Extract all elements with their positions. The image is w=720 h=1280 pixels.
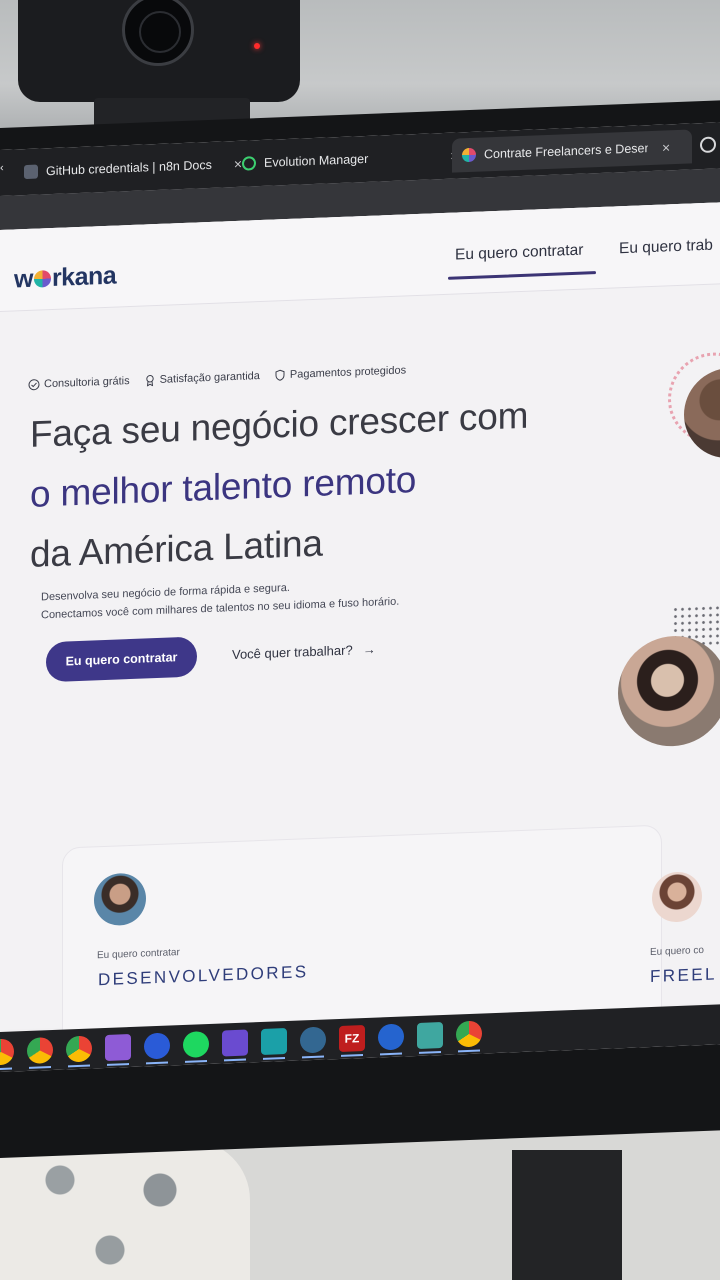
hire-button[interactable]: Eu quero contratar bbox=[46, 636, 197, 683]
tab-evolution-manager[interactable]: Evolution Manager × bbox=[232, 138, 468, 181]
ribbon-icon bbox=[145, 375, 154, 387]
badge-label: Consultoria grátis bbox=[44, 375, 130, 391]
avatar bbox=[652, 871, 702, 923]
card-kicker: Eu quero co bbox=[650, 944, 704, 959]
spotify-icon[interactable] bbox=[183, 1030, 209, 1058]
fabric bbox=[0, 1140, 250, 1280]
webcam bbox=[18, 0, 300, 102]
chrome-icon[interactable] bbox=[66, 1035, 92, 1063]
nav-hire[interactable]: Eu quero contratar bbox=[455, 242, 583, 265]
tab-edge-glyph: ‹ bbox=[0, 161, 4, 174]
todo-icon[interactable] bbox=[378, 1023, 404, 1051]
badge-pagamentos: Pagamentos protegidos bbox=[274, 364, 406, 381]
badge-satisfacao: Satisfação garantida bbox=[144, 370, 260, 387]
mail-icon[interactable] bbox=[105, 1033, 131, 1061]
filezilla-icon[interactable]: FZ bbox=[339, 1024, 365, 1052]
work-link-label: Você quer trabalhar? bbox=[232, 642, 353, 663]
tab-github-credentials[interactable]: GitHub credentials | n8n Docs × bbox=[14, 146, 252, 189]
workana-logo[interactable]: w rkana bbox=[14, 262, 116, 295]
workana-favicon bbox=[462, 147, 476, 163]
nav-active-underline bbox=[448, 271, 596, 280]
postgres-icon[interactable] bbox=[300, 1026, 326, 1054]
chrome-icon[interactable] bbox=[456, 1020, 482, 1048]
tab-title: Contrate Freelancers e Desenvo bbox=[484, 141, 648, 162]
badge-consultoria: Consultoria grátis bbox=[28, 375, 130, 391]
chrome-icon[interactable] bbox=[0, 1038, 14, 1066]
tab-workana[interactable]: Contrate Freelancers e Desenvo × bbox=[452, 129, 692, 173]
n8n-docs-icon bbox=[24, 164, 38, 180]
check-circle-icon bbox=[28, 379, 40, 391]
monitor-screen: ‹ GitHub credentials | n8n Docs × Evolut… bbox=[0, 122, 720, 1072]
webcam-led bbox=[254, 43, 260, 49]
close-icon[interactable]: × bbox=[662, 139, 670, 155]
trust-badges: Consultoria grátis Satisfação garantida … bbox=[28, 364, 406, 391]
webcam-lens bbox=[122, 0, 194, 66]
vpn-icon[interactable] bbox=[144, 1032, 170, 1060]
notes-icon[interactable] bbox=[417, 1021, 443, 1049]
app-icon[interactable] bbox=[222, 1029, 248, 1057]
monitor-stand bbox=[512, 1150, 622, 1280]
chrome-icon[interactable] bbox=[27, 1036, 53, 1064]
arrow-right-icon: → bbox=[362, 641, 376, 658]
badge-label: Satisfação garantida bbox=[159, 370, 260, 386]
tab-title: GitHub credentials | n8n Docs bbox=[46, 157, 212, 179]
shield-icon bbox=[275, 369, 285, 381]
work-link[interactable]: Você quer trabalhar? → bbox=[232, 642, 376, 663]
hero-headline: Faça seu negócio crescer com o melhor ta… bbox=[30, 386, 528, 585]
chat-bubble-icon bbox=[242, 156, 256, 171]
chrome-extension-icon[interactable] bbox=[700, 136, 716, 154]
card-title: FREEL bbox=[650, 964, 717, 987]
freelancer-photo bbox=[618, 634, 720, 749]
web-page: w rkana Eu quero contratar Eu quero trab … bbox=[0, 202, 720, 1048]
logo-circle-icon bbox=[33, 270, 51, 288]
tab-title: Evolution Manager bbox=[264, 151, 369, 170]
badge-label: Pagamentos protegidos bbox=[289, 364, 407, 381]
nav-work[interactable]: Eu quero trab bbox=[619, 237, 713, 259]
store-icon[interactable] bbox=[261, 1027, 287, 1055]
